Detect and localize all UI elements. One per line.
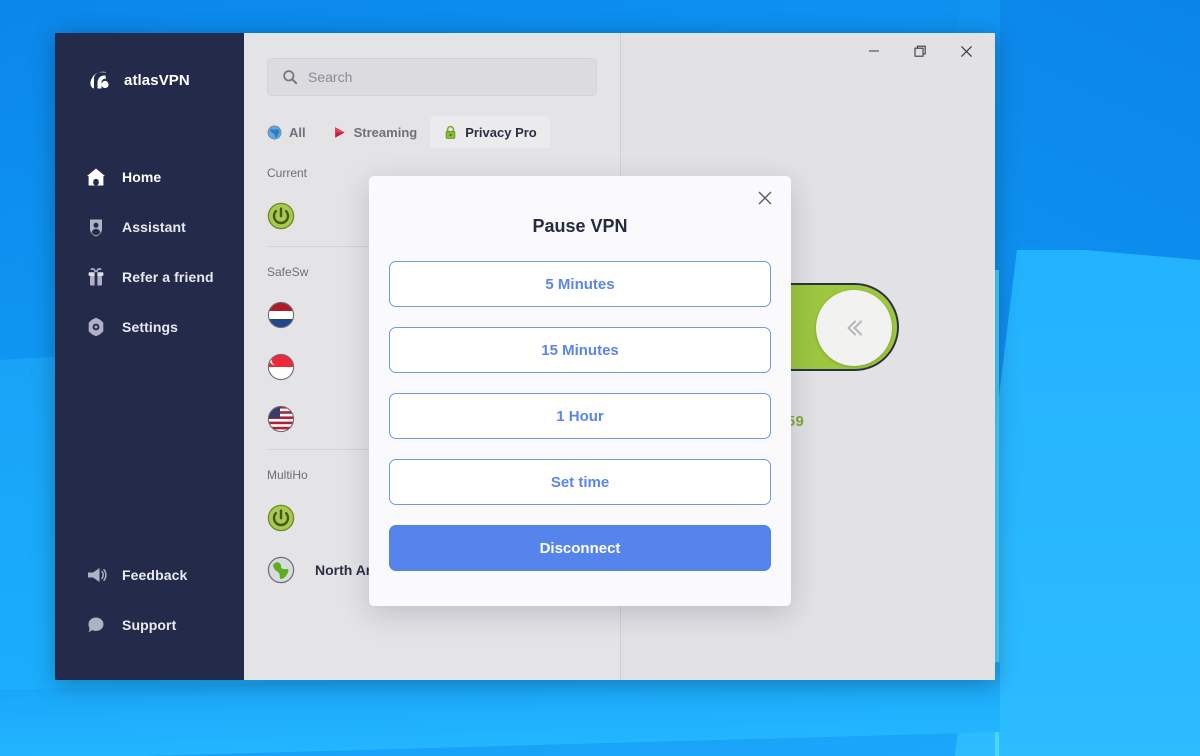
tab-all[interactable]: All bbox=[254, 116, 319, 148]
sidebar-item-label: Home bbox=[122, 169, 162, 185]
close-icon bbox=[757, 190, 773, 211]
brand-name: atlasVPN bbox=[124, 71, 190, 89]
chevron-double-left-icon bbox=[843, 317, 865, 339]
app-brand: atlasVPN bbox=[55, 33, 244, 94]
megaphone-icon bbox=[85, 564, 107, 586]
disconnect-button[interactable]: Disconnect bbox=[389, 525, 771, 571]
desktop-background: atlasVPN Home Assistant Refer a friend S… bbox=[0, 0, 1200, 756]
pause-15-minutes-button[interactable]: 15 Minutes bbox=[389, 327, 771, 373]
flag-netherlands-icon bbox=[267, 301, 295, 329]
sidebar-item-support[interactable]: Support bbox=[55, 600, 244, 650]
sidebar-item-label: Settings bbox=[122, 319, 179, 335]
tab-label: Privacy Pro bbox=[465, 124, 537, 140]
sidebar-item-label: Assistant bbox=[122, 219, 186, 235]
play-icon bbox=[332, 125, 347, 140]
power-icon bbox=[267, 504, 295, 532]
sidebar-nav-primary: Home Assistant Refer a friend Settings bbox=[55, 152, 244, 352]
tab-label: Streaming bbox=[353, 124, 418, 140]
close-icon bbox=[960, 45, 973, 58]
close-button[interactable] bbox=[943, 33, 989, 69]
sidebar-nav-secondary: Feedback Support bbox=[55, 550, 244, 680]
power-icon bbox=[267, 202, 295, 230]
tab-streaming[interactable]: Streaming bbox=[319, 116, 431, 148]
pause-duration-options: 5 Minutes 15 Minutes 1 Hour Set time Dis… bbox=[389, 261, 771, 571]
sidebar-item-home[interactable]: Home bbox=[55, 152, 244, 202]
chat-bubble-icon bbox=[85, 614, 107, 636]
wallpaper-layer-6 bbox=[1000, 0, 1200, 261]
sidebar-item-label: Feedback bbox=[122, 567, 188, 583]
filter-tabs: All Streaming Privacy Pro bbox=[244, 116, 620, 148]
flag-singapore-icon bbox=[267, 353, 295, 381]
sidebar-item-settings[interactable]: Settings bbox=[55, 302, 244, 352]
tab-privacy-pro[interactable]: Privacy Pro bbox=[430, 116, 550, 148]
pause-1-hour-button[interactable]: 1 Hour bbox=[389, 393, 771, 439]
atlasvpn-app-window: atlasVPN Home Assistant Refer a friend S… bbox=[55, 33, 995, 680]
tab-label: All bbox=[289, 124, 306, 140]
atlasvpn-logo-icon bbox=[85, 66, 113, 94]
search-icon bbox=[282, 69, 298, 85]
home-icon bbox=[85, 166, 107, 188]
gift-icon bbox=[85, 266, 107, 288]
modal-title: Pause VPN bbox=[532, 216, 628, 236]
pause-5-minutes-button[interactable]: 5 Minutes bbox=[389, 261, 771, 307]
pause-vpn-modal: Pause VPN 5 Minutes 15 Minutes 1 Hour Se… bbox=[369, 176, 791, 606]
search-area: Search bbox=[244, 33, 620, 96]
restore-button[interactable] bbox=[897, 33, 943, 69]
lock-icon bbox=[443, 125, 458, 140]
search-input[interactable]: Search bbox=[267, 58, 597, 96]
sidebar: atlasVPN Home Assistant Refer a friend S… bbox=[55, 33, 244, 680]
sidebar-item-refer-a-friend[interactable]: Refer a friend bbox=[55, 252, 244, 302]
toggle-knob[interactable] bbox=[816, 290, 892, 366]
sidebar-item-feedback[interactable]: Feedback bbox=[55, 550, 244, 600]
globe-green-icon bbox=[267, 556, 295, 584]
restore-icon bbox=[913, 45, 927, 58]
shield-user-icon bbox=[85, 216, 107, 238]
sidebar-item-label: Refer a friend bbox=[122, 269, 214, 285]
globe-icon bbox=[267, 125, 282, 140]
search-placeholder: Search bbox=[308, 69, 353, 85]
flag-usa-icon bbox=[267, 405, 295, 433]
minimize-icon bbox=[868, 45, 880, 57]
set-time-button[interactable]: Set time bbox=[389, 459, 771, 505]
gear-icon bbox=[85, 316, 107, 338]
modal-close-button[interactable] bbox=[751, 186, 779, 214]
minimize-button[interactable] bbox=[851, 33, 897, 69]
window-titlebar bbox=[621, 33, 995, 69]
sidebar-item-assistant[interactable]: Assistant bbox=[55, 202, 244, 252]
sidebar-item-label: Support bbox=[122, 617, 177, 633]
